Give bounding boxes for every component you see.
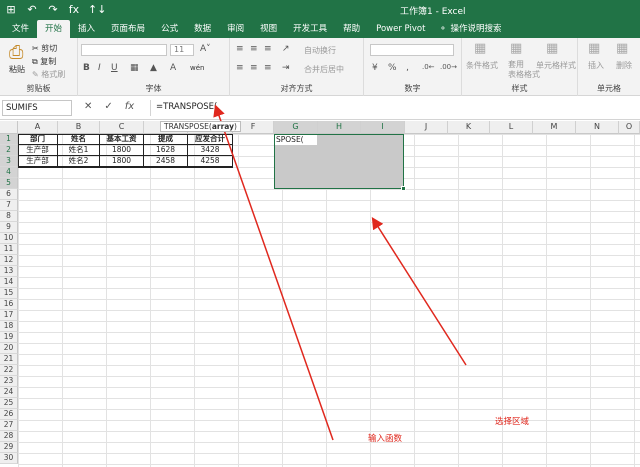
annotation-select-range: 选择区域 xyxy=(495,417,530,427)
arrow-to-formula xyxy=(213,104,334,441)
arrow-to-range xyxy=(371,216,467,366)
tooltip-argument: array xyxy=(211,122,235,131)
tooltip-function-name: TRANSPOSE( xyxy=(164,122,212,131)
annotation-arrows xyxy=(213,104,467,441)
annotation-input-function: 输入函数 xyxy=(368,434,403,444)
function-tooltip: TRANSPOSE(array) xyxy=(160,121,241,132)
tooltip-close: ) xyxy=(234,122,237,131)
